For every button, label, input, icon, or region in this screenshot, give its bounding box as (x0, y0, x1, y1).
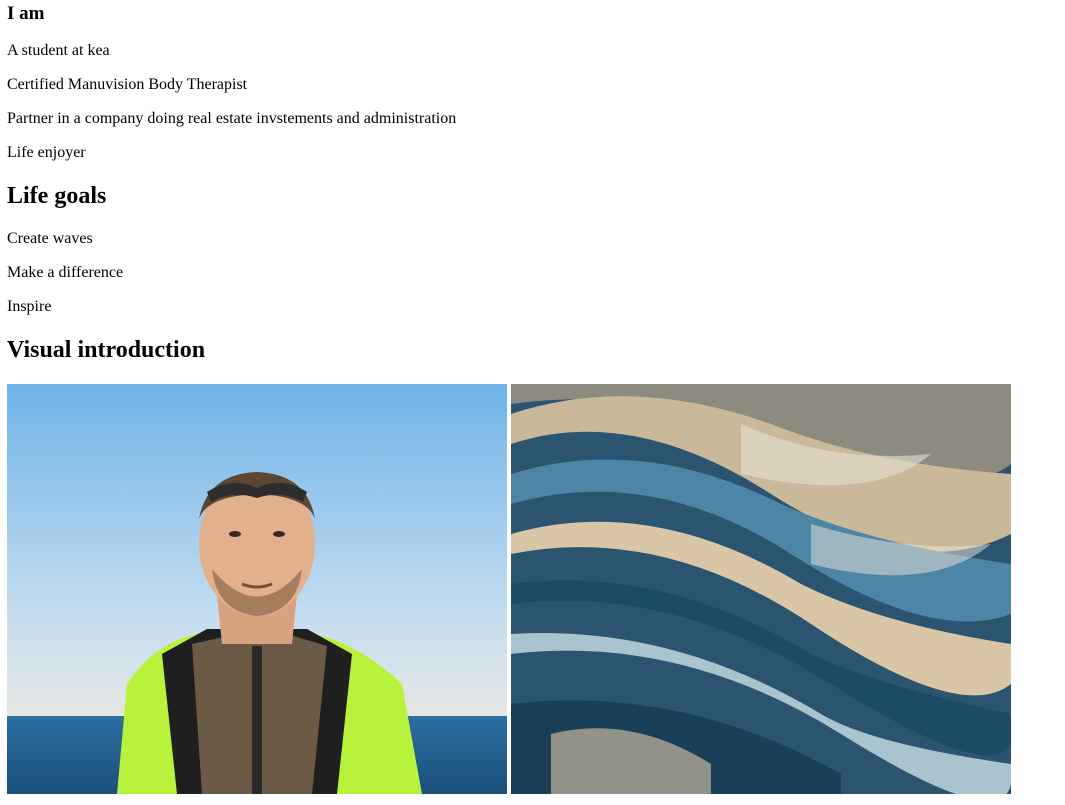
about-item: Partner in a company doing real estate i… (7, 110, 457, 127)
abstract-waves-photo (511, 384, 1011, 794)
visual-heading: Visual introduction (7, 337, 206, 363)
portrait-photo (7, 384, 507, 794)
goal-item: Create waves (7, 230, 93, 247)
goal-item: Make a difference (7, 264, 124, 281)
about-item: A student at kea (7, 42, 110, 59)
about-heading: I am (7, 3, 45, 24)
goals-heading: Life goals (7, 183, 107, 209)
about-item: Life enjoyer (7, 144, 86, 161)
about-item: Certified Manuvision Body Therapist (7, 76, 248, 93)
goal-item: Inspire (7, 298, 52, 315)
